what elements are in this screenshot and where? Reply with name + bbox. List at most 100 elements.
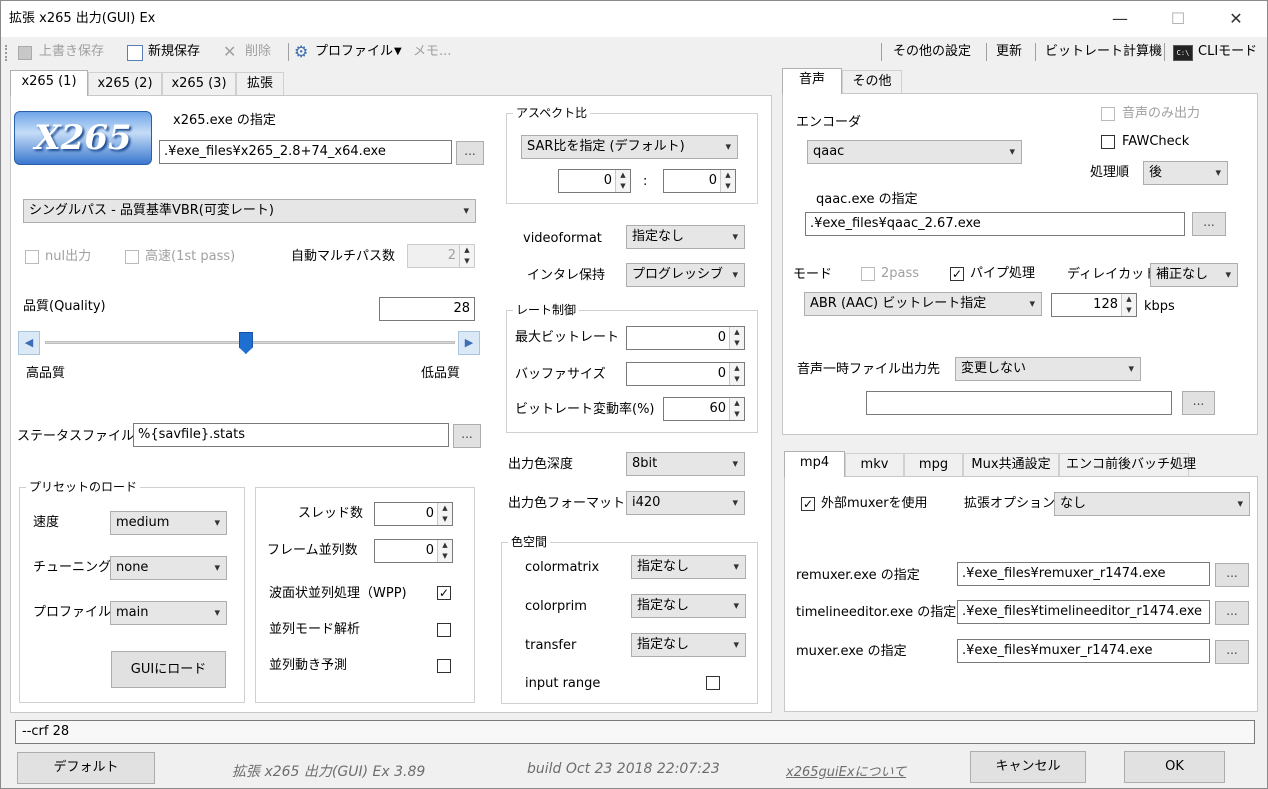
faw-check-label: FAWCheck [1122,134,1190,149]
audio-temp-select[interactable]: 変更しない ▾ [955,357,1141,381]
qaac-exe-browse-button[interactable]: ... [1192,212,1226,236]
twopass-checkbox[interactable] [861,267,875,281]
aspect-group-title: アスペクト比 [513,106,591,120]
tab-x265-3[interactable]: x265 (3) [162,72,236,96]
audio-temp-browse-button[interactable]: ... [1182,391,1215,415]
overwrite-save-button[interactable]: 上書き保存 [39,42,104,62]
chevron-down-icon: ▾ [1225,268,1231,281]
memo-button[interactable]: メモ... [413,42,451,62]
audio-mode-select[interactable]: ABR (AAC) ビットレート指定 ▾ [804,292,1042,316]
transfer-select[interactable]: 指定なし ▾ [631,633,746,657]
minimize-button[interactable]: — [1091,1,1149,37]
buffer-size-spinner[interactable]: 0 ▲ ▼ [626,362,745,386]
chevron-down-icon: ▾ [732,230,738,243]
muxer-path-input[interactable]: .¥exe_files¥muxer_r1474.exe [957,639,1210,663]
stats-file-browse-button[interactable]: ... [453,424,481,448]
delay-cut-select[interactable]: 補正なし ▾ [1150,263,1238,287]
pme-checkbox[interactable] [437,659,451,673]
tab-extended[interactable]: 拡張 [236,72,284,96]
process-order-select[interactable]: 後 ▾ [1143,161,1228,185]
speed-select[interactable]: medium ▾ [110,511,227,535]
tab-audio-other[interactable]: その他 [842,70,902,94]
bitrate-variance-spinner[interactable]: 60 ▲ ▼ [663,397,745,421]
colorprim-select[interactable]: 指定なし ▾ [631,594,746,618]
spin-arrows-icon: ▲ ▼ [437,540,452,562]
aspect-mode-select[interactable]: SAR比を指定 (デフォルト) ▾ [521,135,738,159]
profile-menu-button[interactable]: プロファイル [315,42,393,62]
close-button[interactable]: ✕ [1207,1,1265,37]
nul-output-checkbox[interactable] [25,250,39,264]
external-muxer-label: 外部muxerを使用 [821,496,928,511]
tab-mp4[interactable]: mp4 [784,451,845,477]
pmode-checkbox[interactable] [437,623,451,637]
max-bitrate-spinner[interactable]: 0 ▲ ▼ [626,326,745,350]
external-muxer-checkbox[interactable]: ✓ [801,497,815,511]
timelineeditor-browse-button[interactable]: ... [1215,601,1249,625]
quality-input[interactable]: 28 [379,297,475,321]
new-save-button[interactable]: 新規保存 [148,42,200,62]
tab-batch-process[interactable]: エンコ前後バッチ処理 [1059,453,1196,477]
tab-mpg[interactable]: mpg [904,453,963,477]
timelineeditor-path-input[interactable]: .¥exe_files¥timelineeditor_r1474.exe [957,600,1210,624]
profile-select[interactable]: main ▾ [110,601,227,625]
remuxer-browse-button[interactable]: ... [1215,563,1249,587]
tab-x265-1[interactable]: x265 (1) [10,70,88,96]
interlace-select[interactable]: プログレッシブ ▾ [626,263,745,287]
color-format-select[interactable]: i420 ▾ [626,491,745,515]
auto-multipass-spinner[interactable]: 2 ▲ ▼ [407,244,475,268]
toolbar-separator [1164,43,1165,61]
fast-first-pass-checkbox[interactable] [125,250,139,264]
threads-spinner[interactable]: 0 ▲ ▼ [374,502,453,526]
input-range-checkbox[interactable] [706,676,720,690]
default-button[interactable]: デフォルト [17,752,155,784]
slider-left-arrow-icon[interactable]: ◀ [18,331,40,355]
auto-multipass-label: 自動マルチパス数 [291,249,396,264]
delete-button[interactable]: 削除 [245,42,271,62]
tab-x265-2[interactable]: x265 (2) [88,72,162,96]
x265-exe-label: x265.exe の指定 [173,113,276,128]
color-format-value: i420 [632,495,661,510]
spin-arrows-icon: ▲ ▼ [1121,294,1136,316]
sar-y-spinner[interactable]: 0 ▲ ▼ [663,169,736,193]
audio-only-checkbox[interactable] [1101,107,1115,121]
chevron-down-icon: ▾ [725,140,731,153]
pipe-checkbox[interactable]: ✓ [950,267,964,281]
bitrate-calculator-button[interactable]: ビットレート計算機 [1045,42,1162,62]
profile-label: プロファイル [33,605,112,620]
colormatrix-select[interactable]: 指定なし ▾ [631,555,746,579]
stats-file-input[interactable]: %{savfile}.stats [133,423,449,447]
tab-audio[interactable]: 音声 [782,68,842,94]
frame-threads-spinner[interactable]: 0 ▲ ▼ [374,539,453,563]
ext-option-select[interactable]: なし ▾ [1054,492,1250,516]
audio-encoder-select[interactable]: qaac ▾ [807,140,1022,164]
sar-x-spinner[interactable]: 0 ▲ ▼ [558,169,631,193]
wpp-checkbox[interactable]: ✓ [437,586,451,600]
audio-bitrate-spinner[interactable]: 128 ▲ ▼ [1051,293,1137,317]
maximize-button[interactable]: ☐ [1149,1,1207,37]
title-bar: 拡張 x265 出力(GUI) Ex — ☐ ✕ [1,1,1267,37]
ext-option-value: なし [1060,496,1087,511]
faw-check-checkbox[interactable] [1101,135,1115,149]
qaac-exe-path-input[interactable]: .¥exe_files¥qaac_2.67.exe [805,212,1185,236]
other-settings-button[interactable]: その他の設定 [893,42,971,62]
update-button[interactable]: 更新 [996,42,1022,62]
audio-temp-path-input[interactable] [866,391,1172,415]
tab-mux-common[interactable]: Mux共通設定 [963,453,1059,477]
load-to-gui-button[interactable]: GUIにロード [111,651,226,688]
main-window: 拡張 x265 出力(GUI) Ex — ☐ ✕ 上書き保存 新規保存 ✕ 削除… [0,0,1268,789]
x265-exe-browse-button[interactable]: ... [456,141,484,165]
color-depth-select[interactable]: 8bit ▾ [626,452,745,476]
encode-mode-select[interactable]: シングルパス - 品質基準VBR(可変レート) ▾ [23,199,476,223]
x265-exe-path-input[interactable]: .¥exe_files¥x265_2.8+74_x64.exe [159,140,452,164]
about-link[interactable]: x265guiExについて [786,761,906,780]
cli-mode-button[interactable]: CLIモード [1198,42,1257,62]
tuning-select[interactable]: none ▾ [110,556,227,580]
slider-right-arrow-icon[interactable]: ▶ [458,331,480,355]
cancel-button[interactable]: キャンセル [970,751,1086,783]
ok-button[interactable]: OK [1124,751,1225,783]
tab-mkv[interactable]: mkv [845,453,904,477]
remuxer-path-input[interactable]: .¥exe_files¥remuxer_r1474.exe [957,562,1210,586]
videoformat-select[interactable]: 指定なし ▾ [626,225,745,249]
muxer-browse-button[interactable]: ... [1215,640,1249,664]
threads-value: 0 [425,506,434,521]
